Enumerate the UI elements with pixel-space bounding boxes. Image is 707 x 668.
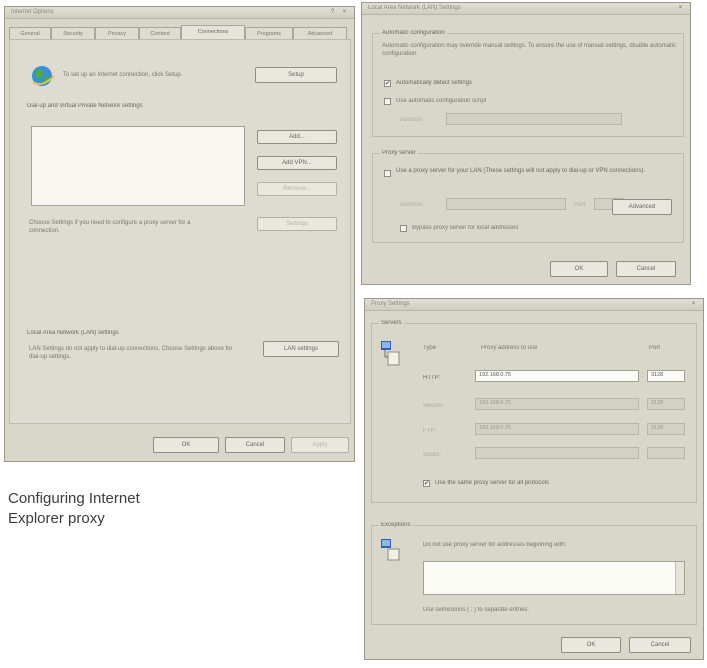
auto-config-heading: Automatic configuration (380, 30, 447, 36)
close-icon[interactable]: × (340, 8, 349, 16)
lan-settings-titlebar: Local Area Network (LAN) Settings × (362, 3, 690, 15)
script-address-field[interactable] (446, 113, 622, 125)
secure-colon: : (642, 401, 644, 407)
http-type-label: HTTP: (423, 375, 441, 381)
caption-line-1: Configuring Internet (8, 490, 140, 507)
secure-port-field[interactable]: 3128 (647, 398, 685, 410)
help-icon[interactable]: ? (328, 8, 337, 16)
close-icon[interactable]: × (689, 300, 698, 308)
apply-button[interactable]: Apply (291, 437, 349, 453)
lan-settings-button[interactable]: LAN settings (263, 341, 339, 357)
advanced-button[interactable]: Advanced (612, 199, 672, 215)
lan-note: LAN Settings do not apply to dial-up con… (29, 346, 233, 360)
lan-settings-dialog: Local Area Network (LAN) Settings × Auto… (361, 2, 691, 285)
figure-caption: Configuring Internet Explorer proxy (8, 489, 140, 529)
bypass-local-label: Bypass proxy server for local addresses (412, 225, 519, 231)
internet-options-title: Internet Options (11, 9, 54, 15)
computer-network-icon (381, 341, 400, 366)
remove-button[interactable]: Remove... (257, 182, 337, 196)
http-port-field[interactable]: 3128 (647, 370, 685, 382)
proxy-cancel-button[interactable]: Cancel (629, 637, 691, 653)
internet-options-dialog: Internet Options ? × General Security Pr… (4, 6, 355, 462)
secure-address-field[interactable]: 192.168.0.75 (475, 398, 639, 410)
setup-text: To set up an Internet connection, click … (63, 72, 183, 78)
ftp-type-label: FTP: (423, 428, 436, 434)
address-column-header: Proxy address to use (481, 345, 538, 351)
exceptions-note: Use semicolons ( ; ) to separate entries… (423, 607, 530, 613)
setup-button[interactable]: Setup (255, 67, 337, 83)
socks-port-field[interactable] (647, 447, 685, 459)
auto-script-checkbox[interactable] (384, 98, 391, 105)
ftp-colon: : (642, 426, 644, 432)
use-proxy-label: Use a proxy server for your LAN (These s… (396, 168, 646, 174)
ftp-address-field[interactable]: 192.168.0.75 (475, 423, 639, 435)
socks-type-label: Socks: (423, 452, 442, 458)
lan-settings-title: Local Area Network (LAN) Settings (368, 5, 461, 11)
socks-address-field[interactable] (475, 447, 639, 459)
proxy-address-label: Address: (400, 202, 424, 208)
globe-icon (32, 66, 55, 86)
auto-detect-checkbox[interactable]: ✔ (384, 80, 391, 87)
port-column-header: Port (649, 345, 661, 351)
proxy-settings-titlebar: Proxy Settings × (365, 299, 703, 311)
proxy-note: Choose Settings if you need to configure… (29, 220, 191, 234)
tab-general[interactable]: General (9, 27, 51, 39)
auto-script-label: Use automatic configuration script (396, 98, 487, 104)
secure-type-label: Secure: (423, 403, 444, 409)
connections-list[interactable] (31, 126, 245, 206)
auto-config-text: Automatic configuration may override man… (382, 43, 677, 57)
ftp-port-field[interactable]: 3128 (647, 423, 685, 435)
exceptions-heading: Exceptions (379, 522, 413, 528)
exceptions-text: Do not use proxy server for addresses be… (423, 542, 567, 548)
computer-network-icon (381, 539, 400, 561)
auto-detect-label: Automatically detect settings (396, 80, 473, 86)
proxy-server-heading: Proxy server (380, 150, 418, 156)
socks-colon: : (642, 450, 644, 456)
settings-button[interactable]: Settings (257, 217, 337, 231)
add-button[interactable]: Add... (257, 130, 337, 144)
lan-heading: Local Area Network (LAN) settings (27, 330, 119, 336)
bypass-local-checkbox[interactable] (400, 225, 407, 232)
tab-advanced[interactable]: Advanced (293, 27, 347, 39)
exceptions-textarea[interactable] (423, 561, 685, 595)
exceptions-scrollbar[interactable] (675, 562, 684, 594)
http-colon: : (642, 373, 644, 379)
tab-privacy[interactable]: Privacy (95, 27, 139, 39)
tab-connections[interactable]: Connections (181, 25, 245, 40)
close-icon[interactable]: × (676, 4, 685, 12)
same-proxy-label: Use the same proxy server for all protoc… (435, 480, 550, 486)
servers-heading: Servers (379, 320, 404, 326)
type-column-header: Type (423, 345, 437, 351)
cancel-button[interactable]: Cancel (225, 437, 285, 453)
script-address-label: Address (400, 117, 423, 123)
add-vpn-button[interactable]: Add VPN... (257, 156, 337, 170)
tab-programs[interactable]: Programs (245, 27, 293, 39)
caption-line-2: Explorer proxy (8, 510, 105, 527)
proxy-address-field[interactable] (446, 198, 566, 210)
internet-options-titlebar: Internet Options ? × (5, 7, 354, 19)
dialup-heading: Dial-up and Virtual Private Network sett… (27, 103, 143, 109)
use-proxy-checkbox[interactable] (384, 170, 391, 177)
proxy-port-label: Port: (574, 202, 587, 208)
ok-button[interactable]: OK (153, 437, 219, 453)
lan-ok-button[interactable]: OK (550, 261, 608, 277)
lan-cancel-button[interactable]: Cancel (616, 261, 676, 277)
http-address-field[interactable]: 192.168.0.75 (475, 370, 639, 382)
proxy-settings-title: Proxy Settings (371, 301, 410, 307)
tab-content[interactable]: Content (139, 27, 181, 39)
tab-security[interactable]: Security (51, 27, 95, 39)
proxy-settings-dialog: Proxy Settings × Servers Type Proxy addr… (364, 298, 704, 660)
same-proxy-checkbox[interactable]: ✔ (423, 480, 430, 487)
proxy-ok-button[interactable]: OK (561, 637, 621, 653)
